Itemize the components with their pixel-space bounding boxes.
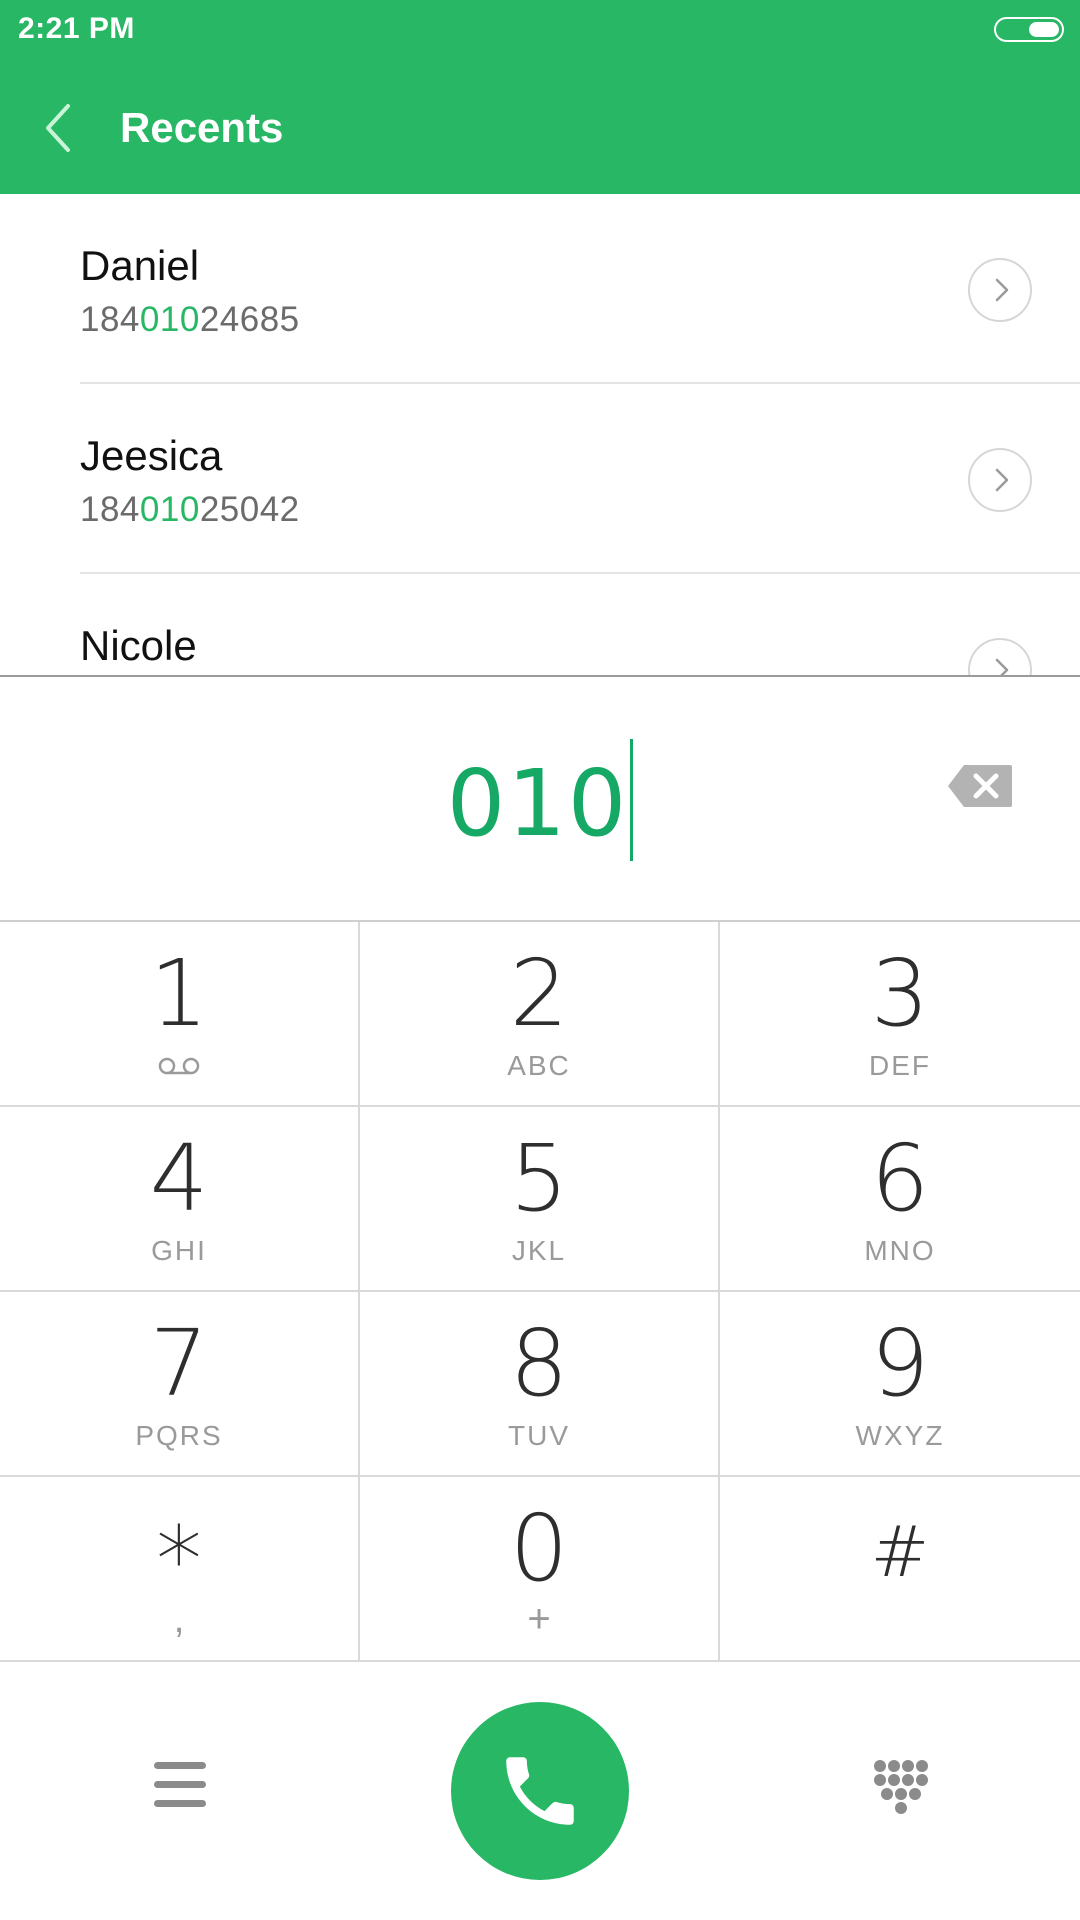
dialpad-toggle-button[interactable] xyxy=(872,1758,928,1820)
key-7[interactable]: 7 PQRS xyxy=(0,1292,360,1477)
backspace-icon xyxy=(948,765,1012,807)
key-digit: # xyxy=(870,1511,930,1593)
status-time: 2:21 PM xyxy=(18,12,135,45)
key-2[interactable]: 2 ABC xyxy=(360,922,720,1107)
list-item[interactable]: Jeesica 18401025042 xyxy=(0,384,1080,574)
key-digit: * xyxy=(156,1507,202,1614)
key-digit: 5 xyxy=(509,1125,569,1232)
key-digit: 1 xyxy=(149,940,209,1047)
key-5[interactable]: 5 JKL xyxy=(360,1107,720,1292)
contact-number: 18401025042 xyxy=(80,490,300,529)
contact-number: 18401024685 xyxy=(80,300,300,339)
contact-name: Nicole xyxy=(80,622,197,669)
key-star[interactable]: * , xyxy=(0,1477,360,1662)
dialer-actions xyxy=(0,1662,1080,1920)
chevron-right-icon xyxy=(995,468,1009,492)
list-item[interactable]: Nicole xyxy=(0,574,1080,676)
key-9[interactable]: 9 WXYZ xyxy=(720,1292,1080,1477)
key-6[interactable]: 6 MNO xyxy=(720,1107,1080,1292)
key-8[interactable]: 8 TUV xyxy=(360,1292,720,1477)
key-1[interactable]: 1 xyxy=(0,922,360,1107)
contact-detail-button[interactable] xyxy=(968,258,1032,322)
key-digit: 6 xyxy=(870,1125,930,1232)
key-letters: ABC xyxy=(507,1050,571,1081)
key-letters: JKL xyxy=(511,1235,567,1266)
dialpad-icon xyxy=(874,1760,928,1814)
key-digit: 4 xyxy=(149,1125,209,1232)
contact-name: Jeesica xyxy=(80,432,223,479)
menu-button[interactable] xyxy=(154,1762,206,1808)
backspace-button[interactable] xyxy=(946,763,1014,809)
key-4[interactable]: 4 GHI xyxy=(0,1107,360,1292)
key-letters: PQRS xyxy=(135,1420,223,1451)
dial-keypad: 1 2 ABC 3 DEF 4 GHI 5 JKL 6 MNO 7 PQRS 8… xyxy=(0,920,1080,1662)
recents-list: Daniel 18401024685 Jeesica 18401025042 N… xyxy=(0,194,1080,676)
key-digit: 8 xyxy=(509,1310,569,1417)
page-title: Recents xyxy=(120,104,284,151)
chevron-right-icon xyxy=(995,278,1009,302)
key-digit: 7 xyxy=(149,1310,209,1417)
phone-icon xyxy=(506,1757,574,1825)
back-button[interactable] xyxy=(38,98,88,158)
key-digit: 3 xyxy=(870,940,930,1047)
key-letters: WXYZ xyxy=(855,1420,945,1451)
key-sub-symbol: , xyxy=(173,1597,185,1641)
key-digit: 9 xyxy=(870,1310,930,1417)
back-arrow-icon xyxy=(46,104,70,152)
app-header: 2:21 PM Recents xyxy=(0,0,1080,194)
battery-icon xyxy=(994,17,1064,42)
key-letters: TUV xyxy=(508,1420,570,1451)
voicemail-icon xyxy=(158,1057,200,1075)
key-0[interactable]: 0 + xyxy=(360,1477,720,1662)
key-sub-symbol: + xyxy=(527,1597,551,1641)
key-digit: 0 xyxy=(509,1495,569,1602)
key-letters: MNO xyxy=(864,1235,936,1266)
chevron-right-icon xyxy=(995,658,1009,676)
contact-name: Daniel xyxy=(80,242,200,289)
text-cursor xyxy=(630,739,634,861)
contact-detail-button[interactable] xyxy=(968,448,1032,512)
key-letters: GHI xyxy=(151,1235,207,1266)
list-item[interactable]: Daniel 18401024685 xyxy=(0,194,1080,384)
key-digit: 2 xyxy=(509,940,569,1047)
key-letters: DEF xyxy=(869,1050,931,1081)
call-button[interactable] xyxy=(451,1702,629,1880)
key-hash[interactable]: # xyxy=(720,1477,1080,1662)
dial-display: 010 xyxy=(0,677,1080,920)
key-3[interactable]: 3 DEF xyxy=(720,922,1080,1107)
contact-detail-button[interactable] xyxy=(968,638,1032,676)
dialed-number-input[interactable]: 010 xyxy=(0,739,1080,861)
